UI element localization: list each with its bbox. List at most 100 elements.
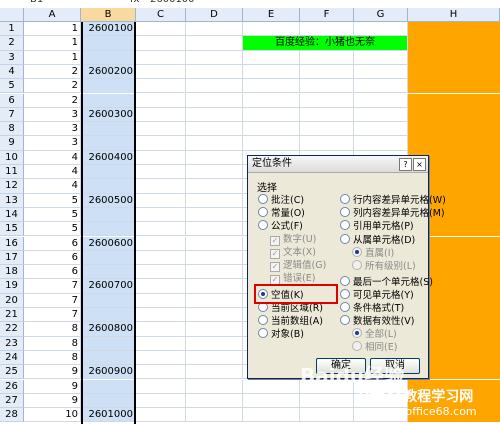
cell[interactable] bbox=[186, 165, 243, 180]
cell[interactable] bbox=[186, 408, 243, 423]
cell[interactable] bbox=[81, 222, 136, 237]
option-formulas[interactable]: 公式(F) bbox=[258, 220, 303, 233]
cell[interactable]: 2600300 bbox=[81, 107, 136, 123]
cell[interactable] bbox=[186, 279, 243, 294]
row-header[interactable]: 10 bbox=[0, 150, 24, 165]
row-header[interactable]: 4 bbox=[0, 64, 24, 80]
cell[interactable] bbox=[186, 336, 243, 351]
cell[interactable] bbox=[136, 308, 186, 323]
cell[interactable] bbox=[136, 236, 186, 251]
cell[interactable]: 1 bbox=[24, 50, 81, 65]
column-header[interactable]: H bbox=[408, 8, 500, 22]
cell[interactable] bbox=[136, 322, 186, 337]
cell[interactable] bbox=[81, 207, 136, 223]
row-header[interactable]: 12 bbox=[0, 179, 24, 194]
cell[interactable] bbox=[243, 136, 300, 151]
option-row-differences[interactable]: 行内容差异单元格(W) bbox=[340, 194, 446, 207]
row-header[interactable]: 14 bbox=[0, 207, 24, 223]
cell[interactable]: 2 bbox=[24, 93, 81, 108]
cell[interactable] bbox=[186, 250, 243, 266]
cell[interactable] bbox=[243, 64, 300, 80]
cell[interactable] bbox=[408, 22, 500, 37]
row-header[interactable]: 6 bbox=[0, 93, 24, 108]
row-header[interactable]: 15 bbox=[0, 222, 24, 237]
row-header[interactable]: 9 bbox=[0, 136, 24, 151]
cell[interactable] bbox=[243, 379, 300, 394]
cell[interactable]: 7 bbox=[24, 308, 81, 323]
cell[interactable] bbox=[81, 50, 136, 65]
cell[interactable]: 2600500 bbox=[81, 193, 136, 208]
option-column-differences[interactable]: 列内容差异单元格(M) bbox=[340, 207, 445, 220]
cell[interactable] bbox=[186, 150, 243, 165]
cell[interactable]: 2600400 bbox=[81, 150, 136, 165]
cell[interactable] bbox=[186, 207, 243, 223]
cell[interactable] bbox=[186, 379, 243, 394]
cell[interactable]: 10 bbox=[24, 408, 81, 423]
cell[interactable] bbox=[186, 179, 243, 194]
cell[interactable] bbox=[243, 393, 300, 409]
cell[interactable] bbox=[300, 136, 354, 151]
cell[interactable] bbox=[136, 22, 186, 37]
cell[interactable] bbox=[300, 393, 354, 409]
cell[interactable]: 5 bbox=[24, 207, 81, 223]
cell[interactable] bbox=[81, 250, 136, 266]
cell[interactable] bbox=[136, 365, 186, 380]
option-last-cell[interactable]: 最后一个单元格(S) bbox=[340, 276, 433, 289]
cell[interactable] bbox=[186, 265, 243, 280]
cell[interactable] bbox=[136, 50, 186, 65]
option-comments[interactable]: 批注(C) bbox=[258, 194, 304, 207]
option-visible-cells[interactable]: 可见单元格(Y) bbox=[340, 289, 414, 302]
cell[interactable]: 2600700 bbox=[81, 279, 136, 294]
cell[interactable] bbox=[354, 79, 408, 94]
cell[interactable] bbox=[408, 93, 500, 108]
cell[interactable] bbox=[81, 136, 136, 151]
cell[interactable] bbox=[408, 50, 500, 65]
cell[interactable]: 3 bbox=[24, 107, 81, 123]
option-precedents[interactable]: 引用单元格(P) bbox=[340, 220, 414, 233]
cell[interactable]: 2 bbox=[24, 79, 81, 94]
cell[interactable]: 5 bbox=[24, 222, 81, 237]
cell[interactable] bbox=[300, 22, 354, 37]
cell[interactable]: 6 bbox=[24, 265, 81, 280]
cell[interactable] bbox=[136, 393, 186, 409]
column-header[interactable]: E bbox=[243, 8, 300, 22]
cell[interactable] bbox=[354, 22, 408, 37]
option-data-validation[interactable]: 数据有效性(V) bbox=[340, 315, 414, 328]
cell[interactable] bbox=[186, 293, 243, 308]
cell[interactable]: 5 bbox=[24, 193, 81, 208]
cell[interactable] bbox=[186, 393, 243, 409]
cell[interactable] bbox=[81, 79, 136, 94]
cell[interactable] bbox=[300, 408, 354, 423]
row-header[interactable]: 21 bbox=[0, 308, 24, 323]
cell[interactable]: 2600800 bbox=[81, 322, 136, 337]
cell[interactable] bbox=[354, 136, 408, 151]
cell[interactable] bbox=[136, 107, 186, 123]
cell[interactable] bbox=[300, 107, 354, 123]
cell[interactable] bbox=[136, 265, 186, 280]
row-header[interactable]: 18 bbox=[0, 265, 24, 280]
row-header[interactable]: 25 bbox=[0, 365, 24, 380]
cell[interactable] bbox=[136, 250, 186, 266]
cell[interactable]: 2600200 bbox=[81, 64, 136, 80]
cell[interactable] bbox=[136, 36, 186, 51]
cell[interactable] bbox=[136, 408, 186, 423]
cell[interactable]: 7 bbox=[24, 293, 81, 308]
cell[interactable] bbox=[136, 136, 186, 151]
column-header[interactable]: C bbox=[136, 8, 186, 22]
cell[interactable] bbox=[136, 165, 186, 180]
cell[interactable] bbox=[136, 207, 186, 223]
cell[interactable] bbox=[136, 336, 186, 351]
cell[interactable] bbox=[81, 165, 136, 180]
cell[interactable] bbox=[408, 36, 500, 51]
cell[interactable] bbox=[186, 236, 243, 251]
cell[interactable] bbox=[136, 79, 186, 94]
cell[interactable] bbox=[408, 136, 500, 151]
cell[interactable] bbox=[243, 22, 300, 37]
row-header[interactable]: 13 bbox=[0, 193, 24, 208]
cell[interactable] bbox=[186, 79, 243, 94]
cell[interactable] bbox=[81, 122, 136, 137]
name-box[interactable]: B1 bbox=[30, 0, 43, 5]
cell[interactable] bbox=[243, 50, 300, 65]
cell[interactable] bbox=[300, 50, 354, 65]
cell[interactable] bbox=[136, 122, 186, 137]
